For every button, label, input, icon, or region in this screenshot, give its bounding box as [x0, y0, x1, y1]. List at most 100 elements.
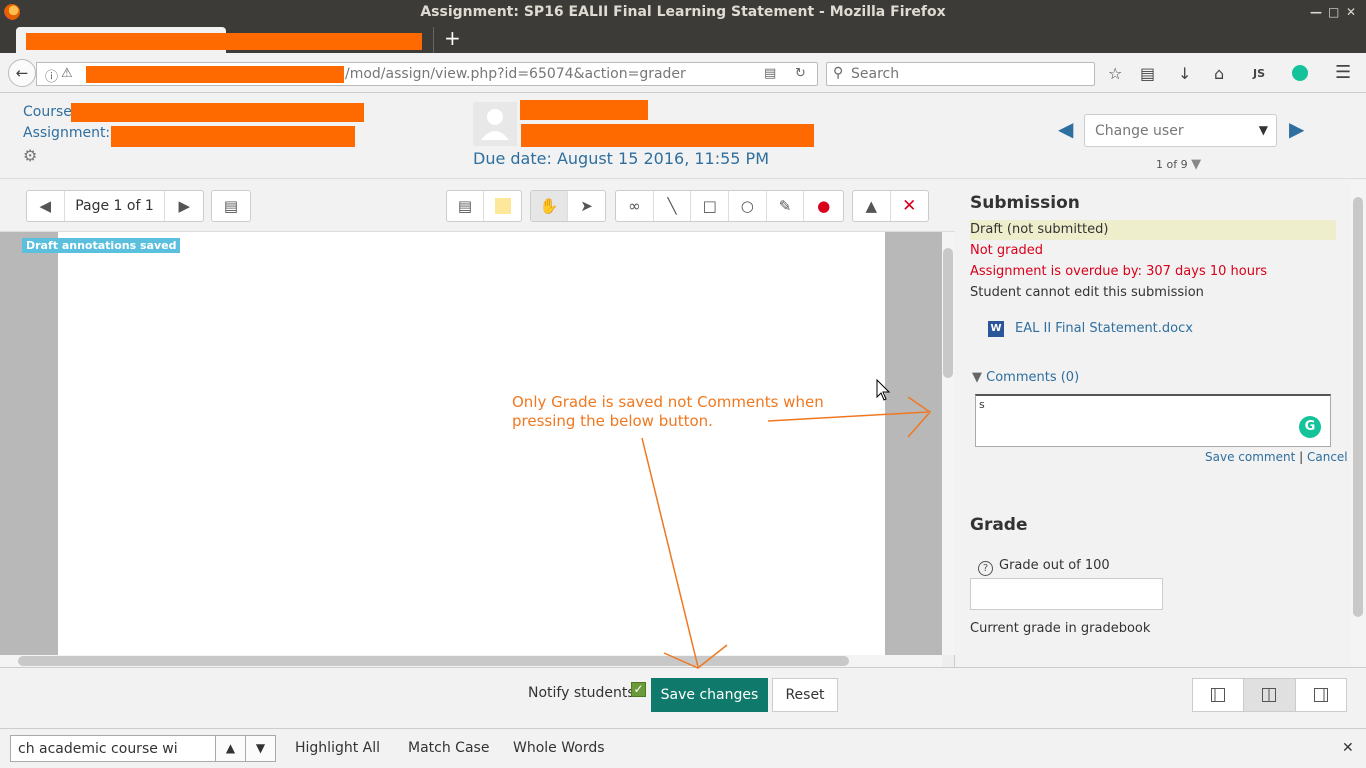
home-icon[interactable]: ⌂: [1214, 64, 1224, 83]
annotation-color-icon[interactable]: ●: [804, 191, 843, 221]
change-user-placeholder: Change user: [1095, 123, 1184, 139]
comment-tools: ▤: [446, 190, 522, 222]
grade-title: Grade: [970, 515, 1028, 535]
stamp-tools: ▲ ✕: [852, 190, 929, 222]
info-icon[interactable]: ⓘ: [45, 66, 58, 85]
redacted-student-email: [521, 124, 814, 147]
word-file-icon: W: [988, 321, 1004, 337]
close-window-icon[interactable]: ✕: [1346, 0, 1356, 24]
user-annotation-note: Only Grade is saved not Comments when pr…: [512, 393, 824, 430]
pdf-toolbar: ◀ Page 1 of 1 ▶ ▤ ▤ ✋ ➤ ∞ ╲ □ ○ ✎ ● ▲ ✕: [0, 180, 955, 232]
search-comments-group: ▤: [211, 190, 251, 222]
search-comments-icon[interactable]: ▤: [212, 191, 250, 221]
previous-page-button[interactable]: ◀: [27, 191, 65, 221]
reader-view-icon[interactable]: ▤: [764, 66, 776, 81]
course-link[interactable]: Course:: [23, 104, 77, 120]
url-text[interactable]: /mod/assign/view.php?id=65074&action=gra…: [345, 66, 686, 82]
user-count: 1 of 9 ▼: [1156, 157, 1202, 172]
change-user-select[interactable]: Change user ▼: [1084, 114, 1277, 147]
next-page-button[interactable]: ▶: [165, 191, 203, 221]
redacted-url-host: [86, 66, 344, 83]
reading-list-icon[interactable]: ▤: [1140, 64, 1155, 83]
grammarly-icon[interactable]: [1292, 65, 1308, 81]
redacted-assignment-name: [111, 126, 355, 147]
user-silhouette-icon: [481, 109, 509, 140]
pan-hand-icon[interactable]: ✋: [531, 191, 569, 221]
comment-color-button[interactable]: [484, 191, 521, 221]
download-icon[interactable]: ↓: [1178, 64, 1191, 83]
match-case-toggle[interactable]: Match Case: [408, 740, 489, 756]
new-tab-button[interactable]: +: [444, 27, 461, 49]
find-input[interactable]: [10, 735, 216, 762]
redacted-student-name: [520, 100, 648, 120]
reset-button[interactable]: Reset: [772, 678, 838, 712]
panel-scroll-thumb[interactable]: [1353, 197, 1363, 617]
pdf-horizontal-scroll-thumb[interactable]: [18, 656, 849, 666]
firefox-logo-icon: [4, 4, 20, 20]
comments-toggle[interactable]: ▼ Comments (0): [972, 370, 1079, 385]
help-icon[interactable]: ?: [978, 561, 993, 576]
edit-status: Student cannot edit this submission: [970, 285, 1204, 300]
js-icon[interactable]: JS: [1253, 67, 1265, 80]
submission-status: Draft (not submitted): [970, 220, 1336, 240]
maximize-icon[interactable]: □: [1328, 0, 1339, 24]
search-box[interactable]: ⚲: [826, 62, 1095, 86]
notify-students-label: Notify students: [528, 685, 635, 701]
pen-icon[interactable]: ∞: [616, 191, 654, 221]
insecure-lock-icon: ⚠: [61, 66, 73, 81]
layout-default-button[interactable]: [1244, 679, 1296, 711]
whole-words-toggle[interactable]: Whole Words: [513, 740, 605, 756]
avatar: [473, 102, 517, 146]
chevron-down-icon: ▼: [1258, 123, 1268, 137]
oval-icon[interactable]: ○: [729, 191, 767, 221]
find-previous-button[interactable]: ▲: [215, 735, 246, 762]
grade-label: Grade out of 100: [999, 558, 1110, 573]
layout-collapse-review-button[interactable]: [1193, 679, 1245, 711]
search-input[interactable]: [851, 66, 1081, 82]
menu-icon[interactable]: ☰: [1335, 62, 1351, 83]
previous-user-icon[interactable]: ◀: [1058, 117, 1073, 141]
assignment-link[interactable]: Assignment: S: [23, 125, 123, 141]
submission-file-link[interactable]: EAL II Final Statement.docx: [1015, 321, 1193, 336]
pdf-canvas[interactable]: [0, 232, 942, 655]
select-tools: ✋ ➤: [530, 190, 606, 222]
pdf-vertical-scroll-thumb[interactable]: [943, 248, 953, 378]
grammarly-icon[interactable]: G: [1299, 416, 1321, 438]
due-date: Due date: August 15 2016, 11:55 PM: [473, 149, 770, 168]
reload-icon[interactable]: ↻: [795, 66, 806, 81]
grade-input[interactable]: [970, 578, 1163, 610]
find-next-button[interactable]: ▼: [245, 735, 276, 762]
stamp-icon[interactable]: ▲: [853, 191, 891, 221]
pdf-page[interactable]: [58, 232, 885, 655]
page-label: Page 1 of 1: [65, 191, 166, 221]
close-find-bar-icon[interactable]: ✕: [1342, 740, 1354, 756]
bookmark-star-icon[interactable]: ☆: [1108, 64, 1122, 83]
submission-title: Submission: [970, 193, 1080, 213]
chevron-down-icon: ▼: [972, 370, 982, 385]
line-icon[interactable]: ╲: [654, 191, 692, 221]
comment-textarea[interactable]: s: [975, 394, 1331, 447]
select-pointer-icon[interactable]: ➤: [568, 191, 605, 221]
save-changes-button[interactable]: Save changes: [651, 678, 768, 712]
highlighter-icon[interactable]: ✎: [767, 191, 805, 221]
layout-right-icon: [1313, 688, 1328, 702]
next-user-icon[interactable]: ▶: [1289, 117, 1304, 141]
draft-saved-badge: Draft annotations saved: [22, 238, 181, 253]
comment-icon[interactable]: ▤: [447, 191, 485, 221]
redacted-course-name: [71, 103, 364, 122]
page-navigation: ◀ Page 1 of 1 ▶: [26, 190, 204, 222]
cancel-comment-link[interactable]: Cancel: [1307, 450, 1348, 464]
gear-icon[interactable]: ⚙: [23, 146, 37, 165]
rectangle-icon[interactable]: □: [691, 191, 730, 221]
notify-students-checkbox[interactable]: ✓: [631, 682, 646, 697]
layout-toggle-group: [1192, 678, 1347, 712]
comment-actions-separator: |: [1299, 450, 1304, 464]
layout-collapse-grade-button[interactable]: [1296, 679, 1346, 711]
draw-tools: ∞ ╲ □ ○ ✎ ●: [615, 190, 844, 222]
save-comment-link[interactable]: Save comment: [1205, 450, 1295, 464]
filter-icon[interactable]: ▼: [1191, 157, 1201, 172]
delete-icon[interactable]: ✕: [891, 191, 929, 221]
back-button[interactable]: ←: [8, 59, 36, 87]
highlight-all-toggle[interactable]: Highlight All: [295, 740, 380, 756]
minimize-icon[interactable]: —: [1310, 0, 1322, 24]
